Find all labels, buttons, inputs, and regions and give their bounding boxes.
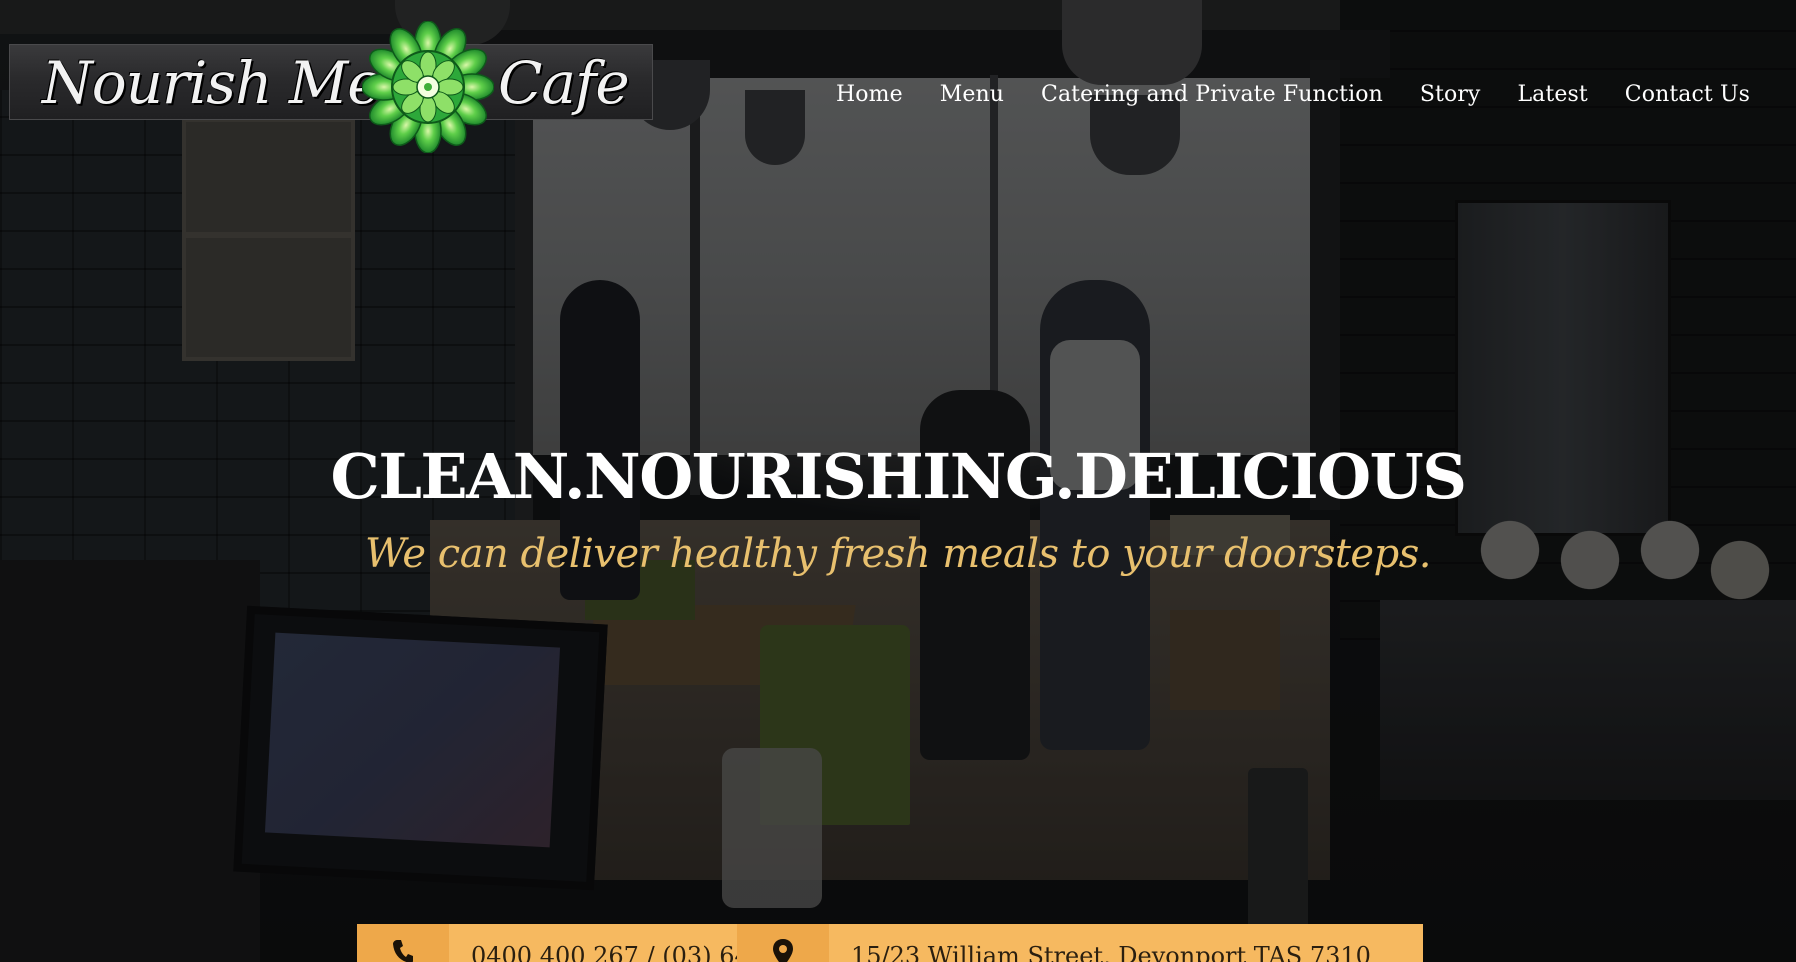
main-navigation: Home Menu Catering and Private Function …: [836, 82, 1750, 107]
contact-phone[interactable]: 0400 400 267 / (03) 6435 2771: [449, 924, 737, 962]
nav-link-catering[interactable]: Catering and Private Function: [1041, 82, 1383, 107]
logo-text-left: Nourish Me: [42, 49, 382, 117]
contact-bar: 0400 400 267 / (03) 6435 2771 15/23 Will…: [357, 924, 1423, 962]
nav-item-catering: Catering and Private Function: [1041, 82, 1383, 107]
map-pin-icon-box: [737, 924, 829, 962]
nav-link-menu[interactable]: Menu: [940, 82, 1004, 107]
logo-text-right: Cafe: [498, 49, 630, 117]
nav-link-latest[interactable]: Latest: [1517, 82, 1587, 107]
nav-link-story[interactable]: Story: [1420, 82, 1481, 107]
site-logo[interactable]: Nourish Me Cafe: [9, 21, 653, 153]
page: Nourish Me Cafe Home Menu Catering and P…: [0, 0, 1796, 962]
hero-subtitle: We can deliver healthy fresh meals to yo…: [365, 531, 1431, 577]
nav-item-contact: Contact Us: [1625, 82, 1750, 107]
contact-address[interactable]: 15/23 William Street, Devonport TAS 7310: [829, 924, 1423, 962]
nav-item-home: Home: [836, 82, 903, 107]
hero-title: CLEAN.NOURISHING.DELICIOUS: [330, 440, 1467, 513]
nav-item-menu: Menu: [940, 82, 1004, 107]
phone-icon: [393, 940, 413, 962]
nav-item-story: Story: [1420, 82, 1481, 107]
mandala-logo-icon: [362, 21, 494, 153]
nav-item-latest: Latest: [1517, 82, 1587, 107]
nav-link-contact[interactable]: Contact Us: [1625, 82, 1750, 107]
nav-link-home[interactable]: Home: [836, 82, 903, 107]
map-pin-icon: [773, 939, 793, 962]
phone-icon-box: [357, 924, 449, 962]
